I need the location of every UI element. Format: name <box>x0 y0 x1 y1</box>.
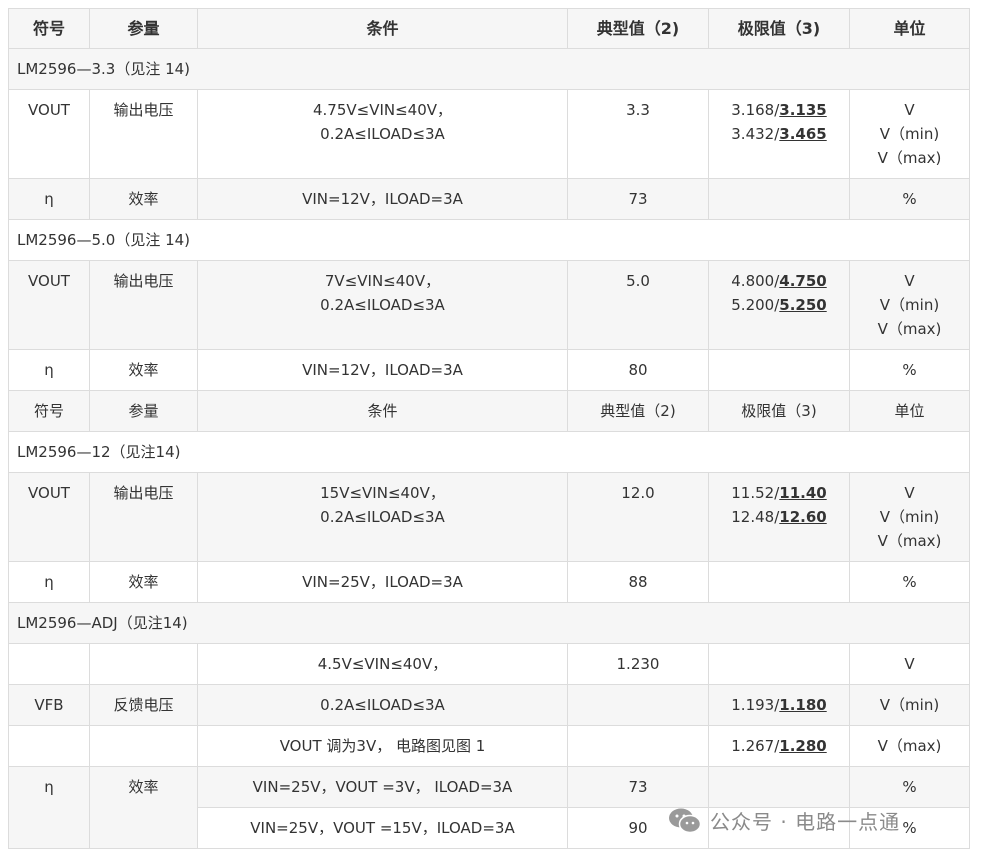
table-row: VOUT 调为3V， 电路图见图 1 1.267/1.280 V（max) <box>8 725 970 767</box>
header-parameter: 参量 <box>89 390 198 432</box>
header-limit: 极限值（3) <box>708 8 850 49</box>
header-condition: 条件 <box>197 390 568 432</box>
symbol-cell: η <box>8 561 90 603</box>
unit-cell: V（max) <box>849 725 970 767</box>
limit-cell <box>708 561 850 603</box>
unit-cell: V（min) <box>849 684 970 726</box>
parameter-cell: 输出电压 <box>89 260 198 350</box>
table-row: VOUT 输出电压 7V≤VIN≤40V， 0.2A≤ILOAD≤3A 5.0 4… <box>8 260 970 350</box>
header-typical: 典型值（2) <box>567 390 709 432</box>
limit-cell: 4.800/4.750 5.200/5.250 <box>708 260 850 350</box>
section-row: LM2596—3.3（见注 14) <box>8 48 970 90</box>
unit-cell: % <box>849 561 970 603</box>
typical-cell: 12.0 <box>567 472 709 562</box>
unit-cell: V V（min) V（max) <box>849 260 970 350</box>
table-row: η 效率 VIN=12V，ILOAD=3A 73 % <box>8 178 970 220</box>
condition-cell: VOUT 调为3V， 电路图见图 1 <box>197 725 568 767</box>
section-title: LM2596—12（见注14) <box>8 431 970 473</box>
typical-cell <box>567 725 709 767</box>
limit-cell <box>708 643 850 685</box>
typical-cell: 80 <box>567 349 709 391</box>
condition-cell: 4.75V≤VIN≤40V， 0.2A≤ILOAD≤3A <box>197 89 568 179</box>
condition-cell: 15V≤VIN≤40V， 0.2A≤ILOAD≤3A <box>197 472 568 562</box>
parameter-cell <box>89 643 198 685</box>
header-limit: 极限值（3) <box>708 390 850 432</box>
unit-cell: % <box>849 349 970 391</box>
table-row: η 效率 VIN=25V，ILOAD=3A 88 % <box>8 561 970 603</box>
typical-cell <box>567 684 709 726</box>
symbol-cell <box>8 643 90 685</box>
section-row: LM2596—ADJ（见注14) <box>8 602 970 644</box>
table-row: η 效率 VIN=12V，ILOAD=3A 80 % <box>8 349 970 391</box>
symbol-cell: VOUT <box>8 260 90 350</box>
symbol-cell: η <box>8 349 90 391</box>
parameter-cell <box>89 725 198 767</box>
section-row: LM2596—12（见注14) <box>8 431 970 473</box>
condition-cell: 4.5V≤VIN≤40V， <box>197 643 568 685</box>
unit-cell: V V（min) V（max) <box>849 472 970 562</box>
unit-cell: % <box>849 178 970 220</box>
limit-cell <box>708 349 850 391</box>
unit-cell: V <box>849 643 970 685</box>
symbol-cell: VFB <box>8 684 90 726</box>
condition-cell: VIN=12V，ILOAD=3A <box>197 178 568 220</box>
header-typical: 典型值（2) <box>567 8 709 49</box>
section-title: LM2596—5.0（见注 14) <box>8 219 970 261</box>
parameter-cell: 效率 <box>89 561 198 603</box>
symbol-cell: η <box>8 178 90 220</box>
table-row: η 效率 VIN=25V，VOUT =3V， ILOAD=3A 73 % <box>8 766 970 849</box>
limit-cell <box>708 766 850 808</box>
typical-cell: 5.0 <box>567 260 709 350</box>
parameter-cell: 效率 <box>89 178 198 220</box>
typical-cell: 73 <box>567 766 709 808</box>
limit-cell: 1.193/1.180 <box>708 684 850 726</box>
limit-cell: 3.168/3.135 3.432/3.465 <box>708 89 850 179</box>
wechat-icon <box>668 807 702 835</box>
repeated-header-row: 符号 参量 条件 典型值（2) 极限值（3) 单位 <box>8 390 970 432</box>
condition-cell: 0.2A≤ILOAD≤3A <box>197 684 568 726</box>
parameter-cell: 输出电压 <box>89 472 198 562</box>
unit-cell: % <box>849 766 970 808</box>
watermark-text: 公众号 · 电路一点通 <box>710 810 901 834</box>
limit-cell: 11.52/11.40 12.48/12.60 <box>708 472 850 562</box>
symbol-cell: η <box>8 766 90 849</box>
typical-cell: 1.230 <box>567 643 709 685</box>
typical-cell: 3.3 <box>567 89 709 179</box>
header-unit: 单位 <box>849 8 970 49</box>
section-row: LM2596—5.0（见注 14) <box>8 219 970 261</box>
spec-table: 符号 参量 条件 典型值（2) 极限值（3) 单位 LM2596—3.3（见注 … <box>8 8 970 849</box>
section-title: LM2596—ADJ（见注14) <box>8 602 970 644</box>
condition-cell: 7V≤VIN≤40V， 0.2A≤ILOAD≤3A <box>197 260 568 350</box>
table-row: VFB 反馈电压 0.2A≤ILOAD≤3A 1.193/1.180 V（min… <box>8 684 970 726</box>
limit-cell: 1.267/1.280 <box>708 725 850 767</box>
table-header-row: 符号 参量 条件 典型值（2) 极限值（3) 单位 <box>8 8 970 49</box>
symbol-cell: VOUT <box>8 89 90 179</box>
parameter-cell: 效率 <box>89 349 198 391</box>
header-parameter: 参量 <box>89 8 198 49</box>
header-symbol: 符号 <box>8 390 90 432</box>
limit-cell <box>708 178 850 220</box>
condition-cell: VIN=25V，VOUT =3V， ILOAD=3A <box>197 766 568 808</box>
typical-cell: 73 <box>567 178 709 220</box>
symbol-cell <box>8 725 90 767</box>
symbol-cell: VOUT <box>8 472 90 562</box>
section-title: LM2596—3.3（见注 14) <box>8 48 970 90</box>
condition-cell: VIN=25V，ILOAD=3A <box>197 561 568 603</box>
header-unit: 单位 <box>849 390 970 432</box>
unit-cell: V V（min) V（max) <box>849 89 970 179</box>
header-condition: 条件 <box>197 8 568 49</box>
condition-cell: VIN=12V，ILOAD=3A <box>197 349 568 391</box>
parameter-cell: 效率 <box>89 766 198 849</box>
header-symbol: 符号 <box>8 8 90 49</box>
parameter-cell: 反馈电压 <box>89 684 198 726</box>
condition-cell: VIN=25V，VOUT =15V，ILOAD=3A <box>197 807 568 849</box>
typical-cell: 88 <box>567 561 709 603</box>
table-row: VOUT 输出电压 4.75V≤VIN≤40V， 0.2A≤ILOAD≤3A 3.… <box>8 89 970 179</box>
table-row: 4.5V≤VIN≤40V， 1.230 V <box>8 643 970 685</box>
table-row: VOUT 输出电压 15V≤VIN≤40V， 0.2A≤ILOAD≤3A 12.0… <box>8 472 970 562</box>
watermark: 公众号 · 电路一点通 <box>668 806 900 835</box>
parameter-cell: 输出电压 <box>89 89 198 179</box>
